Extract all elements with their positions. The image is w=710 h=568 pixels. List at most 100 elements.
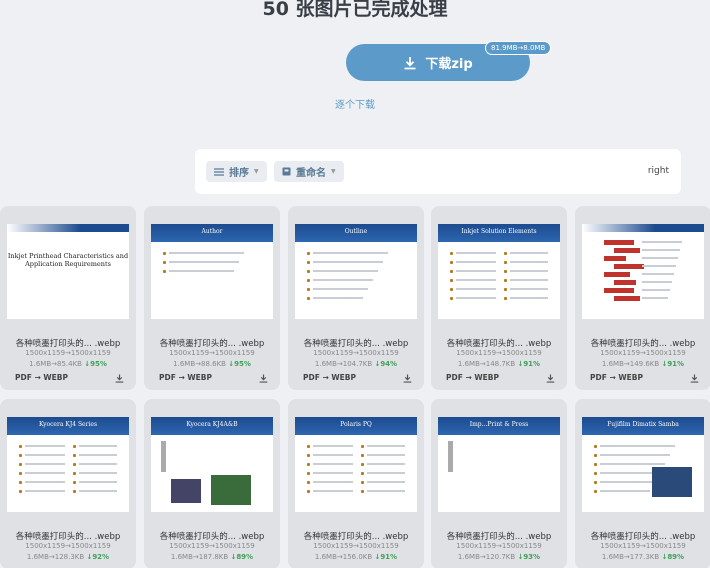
image-dimensions: 1500x1159→1500x1159 [456,349,542,357]
image-card: Polaris PQ 各种喷墨打印头的... .webp 1500x1159→150… [288,399,424,568]
slide-text-line [313,252,388,254]
slide-bullet [19,454,22,457]
download-icon[interactable] [403,374,412,383]
slide-text-line [642,281,672,283]
file-size-change: 1.6MB→85.4KB ↓95% [0,360,136,368]
file-size-change: 1.6MB→149.6KB ↓91% [575,360,710,368]
arrow-icon: → [175,373,188,382]
slide-text-line [456,297,496,299]
download-each-link[interactable]: 逐个下载 [0,96,710,111]
saving-percent: ↓94% [374,360,397,368]
image-thumbnail[interactable]: Inkjet Printhead Characteristics and App… [7,224,129,319]
image-dimensions: 1500x1159→1500x1159 [600,349,686,357]
slide-text-line [313,481,353,483]
slide-text-line [367,454,405,456]
slide-text-line [79,481,117,483]
slide-bullet [73,463,76,466]
image-card: Kyocera KJ4 Series 各种喷墨打印头的... .webp 1500x… [0,399,136,568]
slide-text-line [25,472,65,474]
file-extension: .webp [238,532,265,542]
saving-percent: ↓91% [374,553,397,561]
slide-text-line [169,252,244,254]
slide-table [448,441,453,472]
rename-button[interactable]: 重命名 ▼ [274,161,344,182]
slide-text-line [510,270,548,272]
slide-text-line [510,279,548,281]
compressed-size: 120.7KB [485,553,516,561]
slide-text-line [642,265,676,267]
image-thumbnail[interactable]: Kyocera KJ4 Series [7,417,129,512]
image-thumbnail[interactable]: Inkjet Solution Elements [438,224,560,319]
target-format: WEBP [474,373,499,382]
compressed-size: 149.6KB [629,360,660,368]
saving-percent: ↓92% [86,553,109,561]
image-dimensions: 1500x1159→1500x1159 [169,542,255,550]
arrow-icon: → [319,373,332,382]
download-icon[interactable] [115,374,124,383]
slide-header-bar [7,224,129,232]
arrow-icon: → [31,373,44,382]
sort-button[interactable]: 排序 ▼ [206,161,267,182]
image-thumbnail[interactable]: Fujifilm Dimatix Samba [582,417,704,512]
slide-bullet [73,454,76,457]
download-icon[interactable] [259,374,268,383]
saving-percent-value: 93% [523,553,541,561]
slide-bullet [594,463,597,466]
page-title: 50 张图片已完成处理 [262,0,448,20]
compressed-size: 104.7KB [342,360,373,368]
slide-text-line [510,288,548,290]
slide-text-line [79,490,117,492]
saving-percent: ↓91% [661,360,684,368]
slide-shape [614,280,636,285]
slide-header-bar: Kyocera KJ4 Series [7,417,129,435]
slide-bullet [163,270,166,273]
slide-text-line [510,261,548,263]
slide-text-line [313,463,353,465]
slide-bullet [307,445,310,448]
slide-text-line [367,445,405,447]
target-format: WEBP [331,373,356,382]
image-dimensions: 1500x1159→1500x1159 [25,349,111,357]
image-card: Imp...Print & Press 各种喷墨打印头的... .webp 1500… [431,399,567,568]
file-extension: .webp [525,532,552,542]
image-thumbnail[interactable]: Outline [295,224,417,319]
slide-header-bar: Author [151,224,273,242]
file-size-change: 1.6MB→148.7KB ↓91% [431,360,567,368]
compressed-size: 85.4KB [57,360,82,368]
image-card: Inkjet Solution Elements 各种喷墨打印头的... .web… [431,206,567,390]
original-size: 1.6MB [26,553,49,561]
slide-text-line [642,297,668,299]
image-card: Kyocera KJ4A&B 各种喷墨打印头的... .webp 1500x1159… [144,399,280,568]
slide-text-line [600,445,675,447]
original-size: 1.6MB [29,360,52,368]
slide-header-bar: Polaris PQ [295,417,417,435]
download-icon[interactable] [690,374,699,383]
target-format: WEBP [43,373,68,382]
slide-title: Outline [344,228,368,235]
slide-text-line [642,289,670,291]
saving-percent-value: 89% [236,553,254,561]
image-thumbnail[interactable]: Author [151,224,273,319]
download-zip-label: 下载zip [425,57,473,72]
slide-text-line [367,490,405,492]
slide-text-line [367,463,405,465]
sort-label: 排序 [229,168,249,179]
download-icon[interactable] [546,374,555,383]
file-extension: .webp [382,339,409,349]
image-thumbnail[interactable]: Polaris PQ [295,417,417,512]
slide-text-line [313,454,353,456]
slide-text-line [313,297,363,299]
image-thumbnail[interactable]: Imp...Print & Press [438,417,560,512]
image-thumbnail[interactable] [582,224,704,319]
image-thumbnail[interactable]: Kyocera KJ4A&B [151,417,273,512]
slide-text-line [510,252,548,254]
slide-text-line [313,279,373,281]
file-name-base: 各种喷墨打印头的... [446,532,523,542]
slide-shape [604,288,634,293]
slide-shape [614,248,640,253]
slide-header-bar: Outline [295,224,417,242]
original-size: 1.6MB [170,553,193,561]
saving-percent: ↓95% [228,360,251,368]
format-change: PDF → WEBP [590,373,643,382]
compressed-size: 148.7KB [485,360,516,368]
